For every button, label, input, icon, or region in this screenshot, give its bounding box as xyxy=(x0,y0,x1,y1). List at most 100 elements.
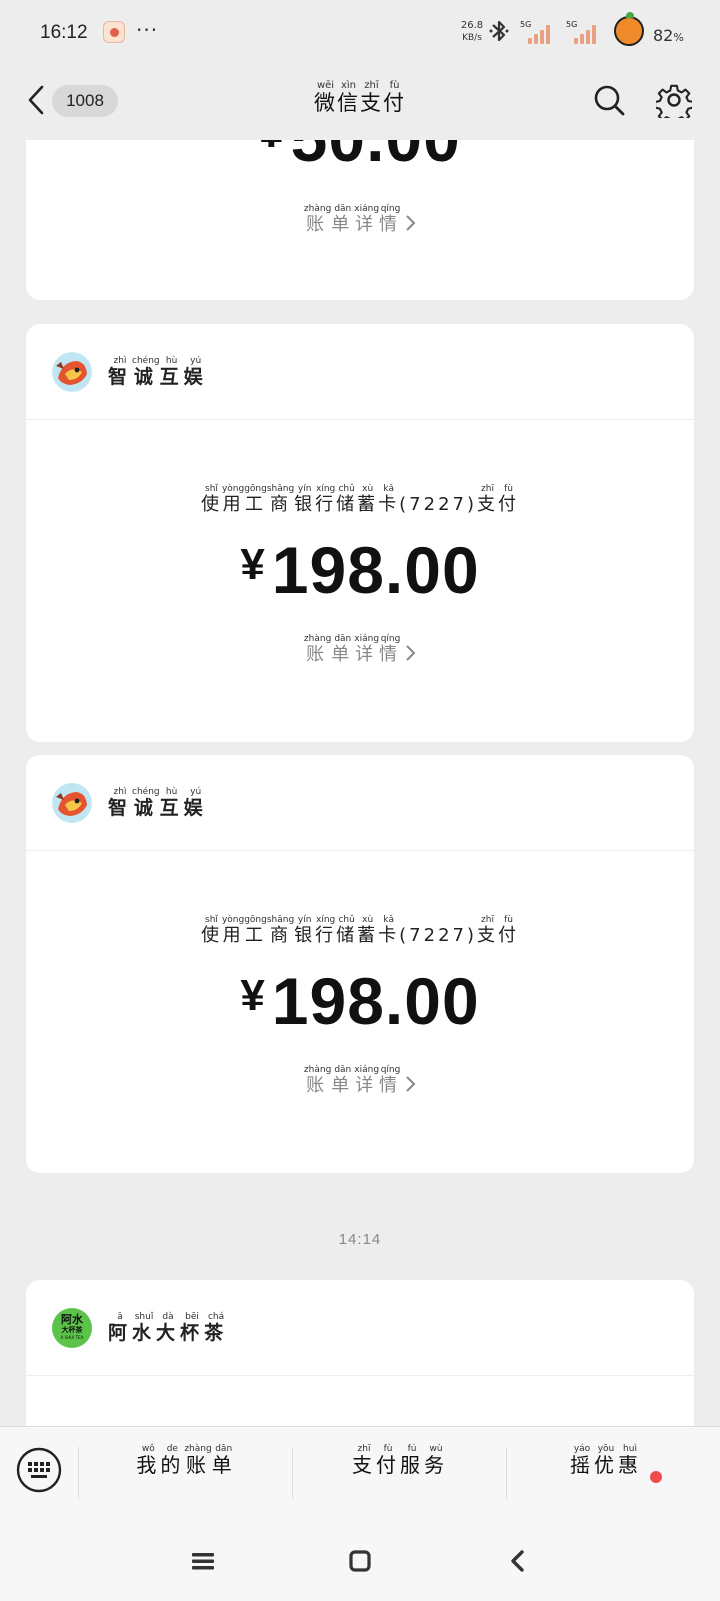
bill-details-link[interactable]: 账zhàng单dān详xiáng情qíng xyxy=(26,1065,694,1098)
ruby-char: 大dà xyxy=(156,1312,180,1344)
hanzi: 务 xyxy=(424,1453,448,1477)
hanzi: 工 xyxy=(244,925,267,946)
hanzi: 支 xyxy=(477,494,498,515)
pinyin: chá xyxy=(204,1312,229,1322)
pinyin: hù xyxy=(159,356,184,366)
menu-lines-icon xyxy=(192,1553,214,1570)
pinyin: xíng xyxy=(315,484,337,494)
orange-battery-icon xyxy=(614,12,644,46)
hanzi: 服 xyxy=(400,1453,424,1477)
hanzi: 杯 xyxy=(180,1322,205,1344)
battery-value: 82 xyxy=(653,26,674,45)
payment-card[interactable]: 智zhì诚chéng互hù娱yú 使shǐ用yòng工gōng商shāng银yí… xyxy=(26,324,694,742)
network-speed-value: 26.8 xyxy=(460,20,484,31)
bill-details-label: 账zhàng单dān详xiáng情qíng xyxy=(303,1065,402,1096)
home-button[interactable] xyxy=(345,1546,375,1576)
bottom-menu: 我wǒ的de账zhàng单dān 支zhī付fù服fú务wù 摇yáo优yōu惠… xyxy=(0,1426,720,1522)
message-list[interactable]: ¥50.00 账zhàng单dān详xiáng情qíng 智zhì诚chéng互… xyxy=(0,140,720,1426)
bill-details-link[interactable]: 账zhàng单dān详xiáng情qíng xyxy=(26,634,694,667)
payment-card[interactable]: 智zhì诚chéng互hù娱yú 使shǐ用yòng工gōng商shāng银yí… xyxy=(26,755,694,1173)
ruby-char: 工gōng xyxy=(244,484,267,515)
hanzi: 支 xyxy=(477,925,498,946)
menu-payment-services[interactable]: 支zhī付fù服fú务wù xyxy=(294,1427,506,1523)
payment-amount: ¥198.00 xyxy=(26,963,694,1039)
payment-amount: ¥50.00 xyxy=(26,140,694,176)
ruby-char: 账zhàng xyxy=(184,1444,211,1477)
ruby-char: 单dān xyxy=(331,1065,354,1096)
ruby-char: 微wēi xyxy=(314,80,337,115)
system-back-button[interactable] xyxy=(504,1546,534,1576)
hanzi: 商 xyxy=(266,925,295,946)
hanzi: 工 xyxy=(244,494,267,515)
battery-unit: % xyxy=(673,31,684,44)
bill-details-link[interactable]: 账zhàng单dān详xiáng情qíng xyxy=(26,204,694,237)
hanzi: 账 xyxy=(303,1075,332,1096)
card-header: 阿水 大杯茶 A SHUI TEA 阿ā水shuǐ大dà杯bēi茶chá xyxy=(26,1280,694,1376)
pinyin: xiáng xyxy=(354,204,380,214)
pinyin: yín xyxy=(294,484,316,494)
card-header: 智zhì诚chéng互hù娱yú xyxy=(26,324,694,420)
ruby-char: 单dān xyxy=(331,204,354,235)
ruby-char: 支zhī xyxy=(352,1444,376,1477)
hanzi: 阿 xyxy=(108,1322,133,1344)
hanzi: 互 xyxy=(159,797,184,819)
unread-count-badge[interactable]: 1008 xyxy=(52,85,118,117)
pinyin: hù xyxy=(159,787,184,797)
pinyin: dān xyxy=(331,204,355,214)
hanzi: 行 xyxy=(315,925,337,946)
ruby-char: 银yín xyxy=(294,915,315,946)
pinyin: shǐ xyxy=(200,484,222,494)
status-time: 16:12 xyxy=(40,22,88,43)
pinyin: zhàng xyxy=(303,1065,332,1075)
ruby-char: 杯bēi xyxy=(180,1312,205,1344)
hanzi: 用 xyxy=(221,925,245,946)
hanzi: 智 xyxy=(108,797,133,819)
pinyin: yú xyxy=(183,787,208,797)
hanzi: 详 xyxy=(354,644,380,665)
logo-subtext: 大杯茶 xyxy=(61,1326,83,1334)
amount-value: 198.00 xyxy=(271,533,480,607)
pinyin: chǔ xyxy=(336,484,358,494)
ruby-char: 惠huì xyxy=(618,1444,642,1477)
hanzi: 付 xyxy=(498,494,519,515)
app-notification-icon xyxy=(103,21,125,43)
pinyin: de xyxy=(160,1444,185,1454)
ruby-char: (7227) xyxy=(399,494,477,515)
message-timestamp: 14:14 xyxy=(338,1231,382,1248)
hanzi: 单 xyxy=(331,644,355,665)
payment-card[interactable]: 阿水 大杯茶 A SHUI TEA 阿ā水shuǐ大dà杯bēi茶chá xyxy=(26,1280,694,1426)
pinyin: zhī xyxy=(477,915,498,925)
ruby-char: 单dān xyxy=(212,1444,236,1477)
more-notifications-icon: ··· xyxy=(136,18,159,42)
ruby-char: 支zhī xyxy=(360,80,383,115)
chevron-right-icon xyxy=(404,644,416,667)
ruby-char: 我wǒ xyxy=(136,1444,160,1477)
network-speed-unit: KB/s xyxy=(462,33,482,43)
ruby-char: 诚chéng xyxy=(132,356,160,388)
keyboard-toggle-button[interactable] xyxy=(16,1447,62,1493)
pinyin: shǐ xyxy=(200,915,222,925)
search-button[interactable] xyxy=(592,82,626,118)
pinyin: zhī xyxy=(360,80,383,91)
hanzi: 行 xyxy=(315,494,337,515)
ruby-char: 蓄xù xyxy=(357,484,378,515)
search-icon xyxy=(594,85,625,116)
hanzi: 娱 xyxy=(183,366,208,388)
logo-caption: A SHUI TEA xyxy=(60,1335,84,1340)
recent-apps-button[interactable] xyxy=(188,1546,218,1576)
merchant-name: 智zhì诚chéng互hù娱yú xyxy=(108,787,208,820)
settings-button[interactable] xyxy=(654,82,695,125)
hanzi: 微 xyxy=(314,91,337,115)
page-title: 微wēi信xìn支zhī付fù xyxy=(260,80,460,117)
sim1-label: 5G xyxy=(520,20,532,29)
menu-shake-offers[interactable]: 摇yáo优yōu惠huì xyxy=(508,1427,704,1523)
pinyin: dān xyxy=(331,634,355,644)
ruby-char: 摇yáo xyxy=(570,1444,594,1477)
ruby-char: 银yín xyxy=(294,484,315,515)
hanzi: 付 xyxy=(498,925,519,946)
pinyin: xíng xyxy=(315,915,337,925)
hanzi: 详 xyxy=(354,1075,380,1096)
back-button[interactable] xyxy=(22,82,52,118)
battery-level: 82% xyxy=(653,26,684,45)
menu-my-bills[interactable]: 我wǒ的de账zhàng单dān xyxy=(80,1427,292,1523)
